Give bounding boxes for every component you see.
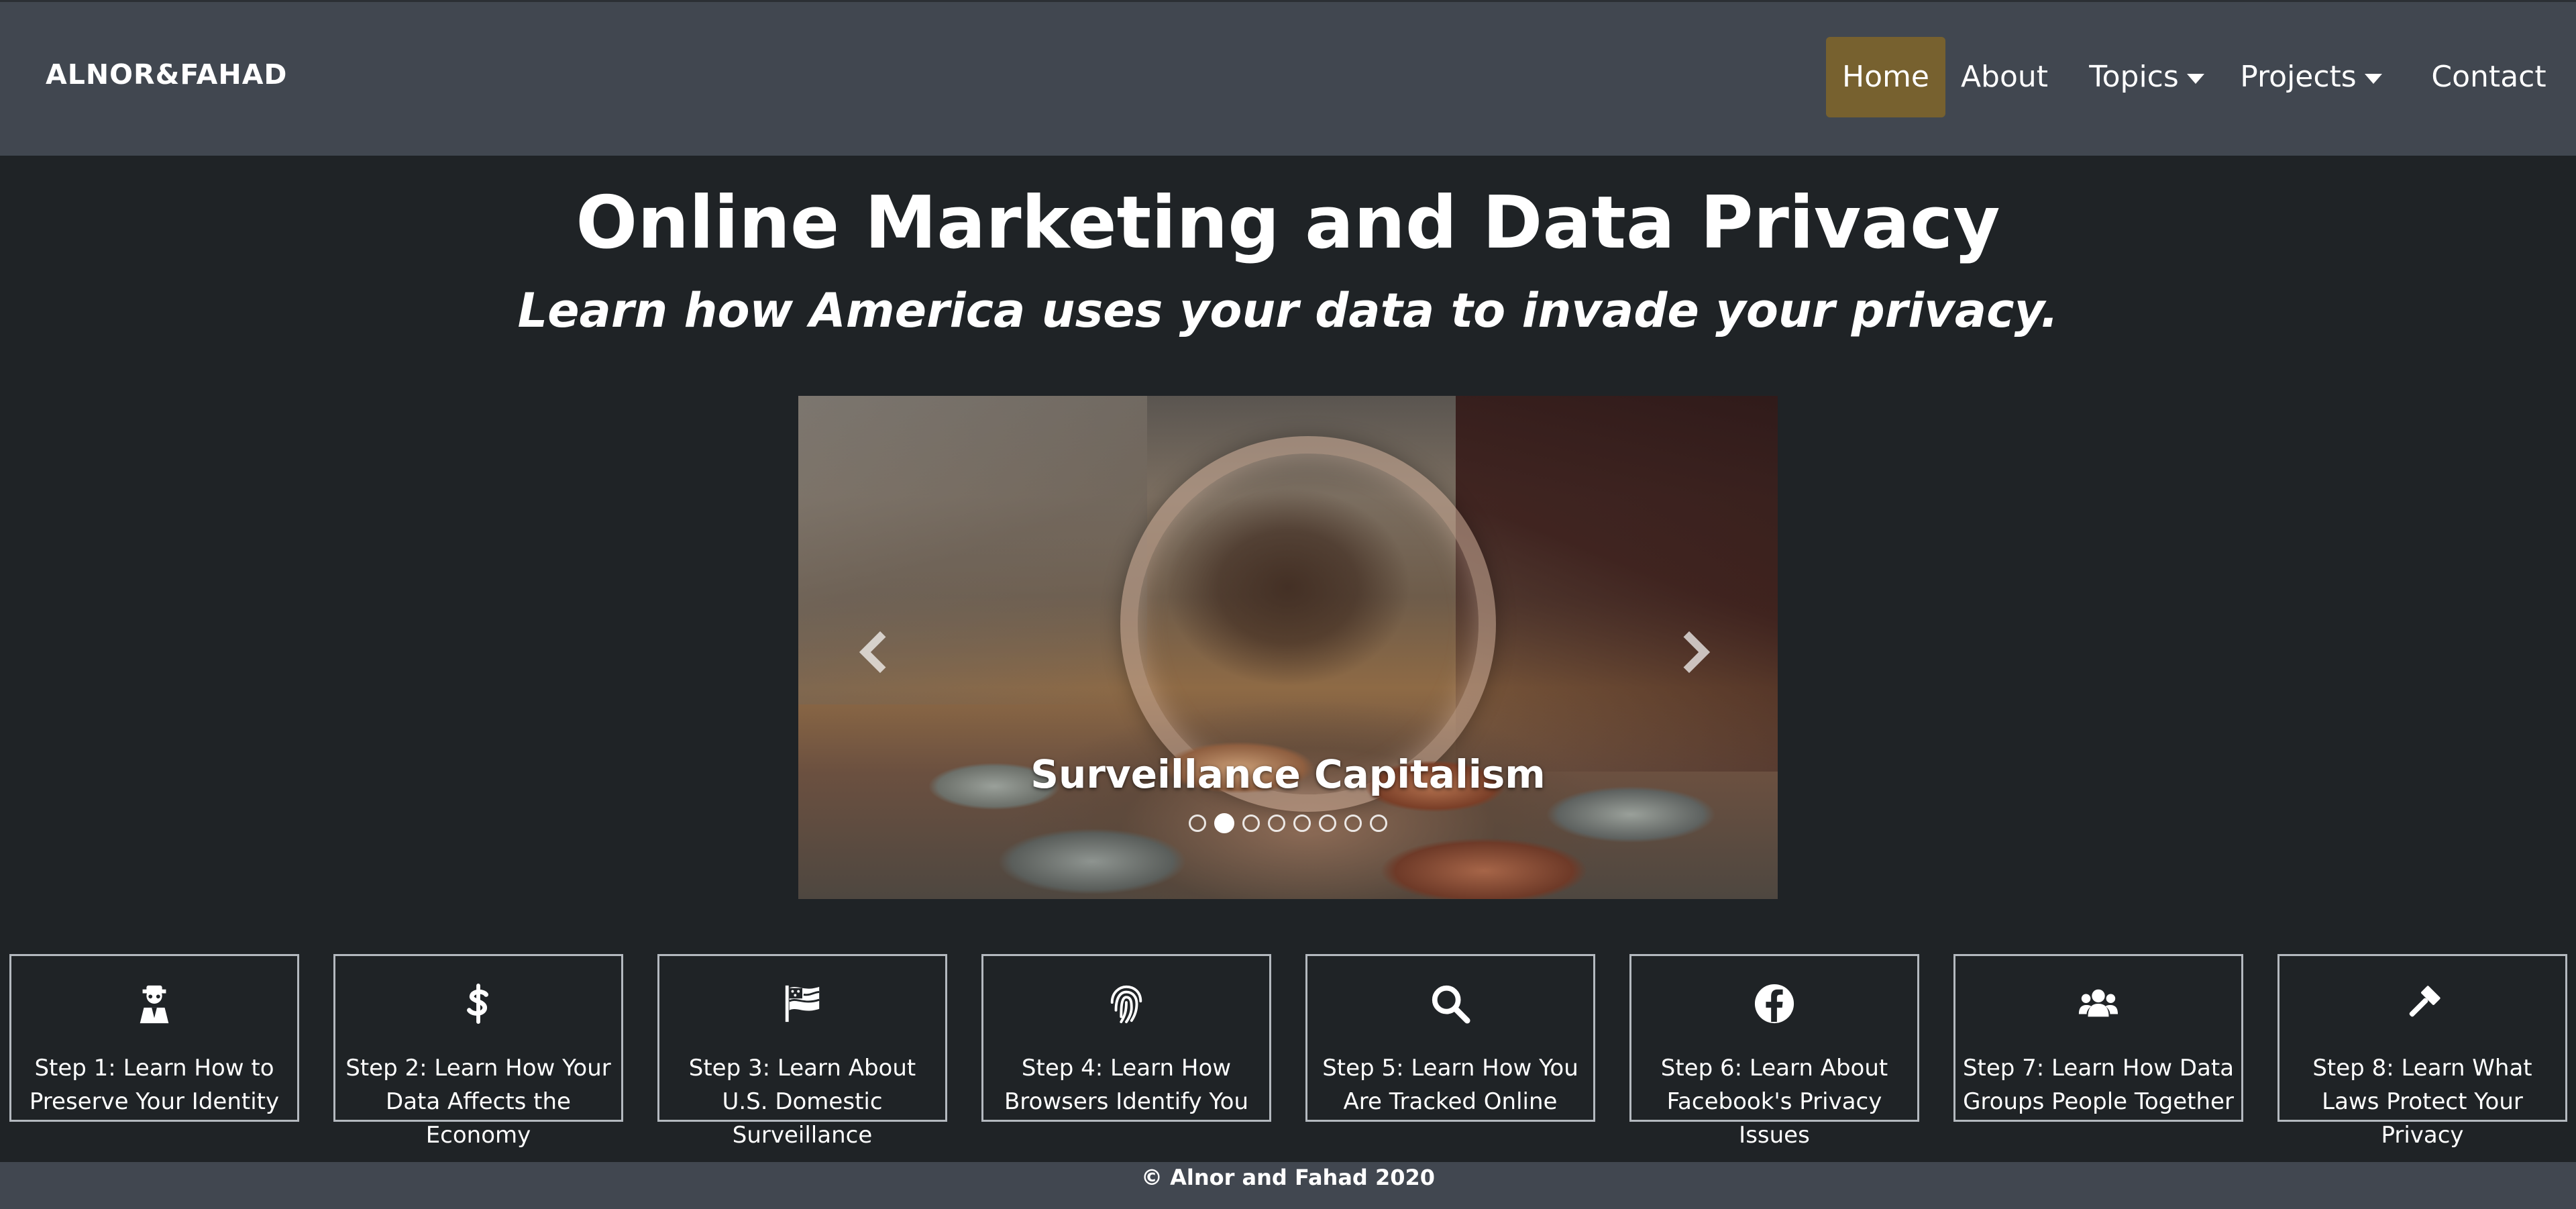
coins-image: [798, 711, 1778, 899]
footer: © Alnor and Fahad 2020: [0, 1162, 2576, 1209]
brand-logo[interactable]: ALNOR&FAHAD: [46, 58, 287, 91]
flag-usa-icon: [659, 983, 945, 1030]
step-label-7: Step 7: Learn How Data Groups People Tog…: [1962, 1055, 2235, 1115]
carousel-image-background: [798, 396, 1147, 704]
caret-down-icon: [2186, 73, 2204, 84]
dollar-sign-icon: [335, 983, 621, 1030]
gavel-icon: [2279, 983, 2565, 1030]
carousel: Surveillance Capitalism: [798, 396, 1778, 899]
search-icon: [1307, 983, 1593, 1030]
nav-home[interactable]: Home: [1826, 37, 1945, 117]
carousel-indicator-7[interactable]: [1344, 814, 1362, 832]
fingerprint-icon: [983, 983, 1269, 1030]
carousel-indicator-5[interactable]: [1293, 814, 1311, 832]
nav-projects-label: Projects: [2240, 60, 2357, 94]
step-label-8: Step 8: Learn What Laws Protect Your Pri…: [2312, 1055, 2532, 1149]
step-card-8[interactable]: Step 8: Learn What Laws Protect Your Pri…: [2277, 954, 2567, 1149]
carousel-indicator-6[interactable]: [1319, 814, 1336, 832]
carousel-indicator-8[interactable]: [1370, 814, 1387, 832]
nav-contact[interactable]: Contact: [2422, 37, 2556, 117]
nav-contact-label: Contact: [2431, 60, 2546, 94]
step-label-6: Step 6: Learn About Facebook's Privacy I…: [1660, 1055, 1888, 1149]
step-label-3: Step 3: Learn About U.S. Domestic Survei…: [688, 1055, 916, 1149]
copyright-text: © Alnor and Fahad 2020: [1140, 1165, 1436, 1190]
step-card-6[interactable]: Step 6: Learn About Facebook's Privacy I…: [1629, 954, 1919, 1149]
step-card-7[interactable]: Step 7: Learn How Data Groups People Tog…: [1953, 954, 2243, 1122]
nav-topics-dropdown[interactable]: Topics: [2080, 37, 2214, 117]
step-label-1: Step 1: Learn How to Preserve Your Ident…: [29, 1055, 280, 1115]
carousel-indicators: [798, 813, 1778, 833]
carousel-caption: Surveillance Capitalism: [1030, 751, 1546, 797]
nav-projects-dropdown[interactable]: Projects: [2237, 37, 2385, 117]
step-card-3[interactable]: Step 3: Learn About U.S. Domestic Survei…: [657, 954, 947, 1149]
carousel-indicator-4[interactable]: [1268, 814, 1285, 832]
step-card-4[interactable]: Step 4: Learn How Browsers Identify You: [981, 954, 1271, 1122]
user-secret-icon: [11, 983, 297, 1030]
step-label-4: Step 4: Learn How Browsers Identify You: [1004, 1055, 1249, 1115]
caret-down-icon: [2364, 73, 2382, 84]
nav-home-label: Home: [1842, 60, 1929, 94]
carousel-indicator-3[interactable]: [1242, 814, 1260, 832]
page-subtitle: Learn how America uses your data to inva…: [517, 283, 2059, 338]
users-icon: [1955, 983, 2241, 1030]
nav-about-label: About: [1960, 60, 2049, 94]
carousel-indicator-1[interactable]: [1189, 814, 1206, 832]
nav-topics-label: Topics: [2089, 60, 2179, 94]
facebook-icon: [1631, 983, 1917, 1030]
carousel-indicator-2[interactable]: [1214, 813, 1234, 833]
step-label-2: Step 2: Learn How Your Data Affects the …: [345, 1055, 611, 1149]
page-title: Online Marketing and Data Privacy: [576, 181, 2000, 265]
navbar: ALNOR&FAHAD Home About Topics Projects C…: [0, 0, 2576, 156]
step-card-2[interactable]: Step 2: Learn How Your Data Affects the …: [333, 954, 623, 1149]
nav-about[interactable]: About: [1951, 37, 2058, 117]
step-label-5: Step 5: Learn How You Are Tracked Online: [1322, 1055, 1578, 1115]
step-card-1[interactable]: Step 1: Learn How to Preserve Your Ident…: [9, 954, 299, 1122]
step-card-5[interactable]: Step 5: Learn How You Are Tracked Online: [1305, 954, 1595, 1122]
